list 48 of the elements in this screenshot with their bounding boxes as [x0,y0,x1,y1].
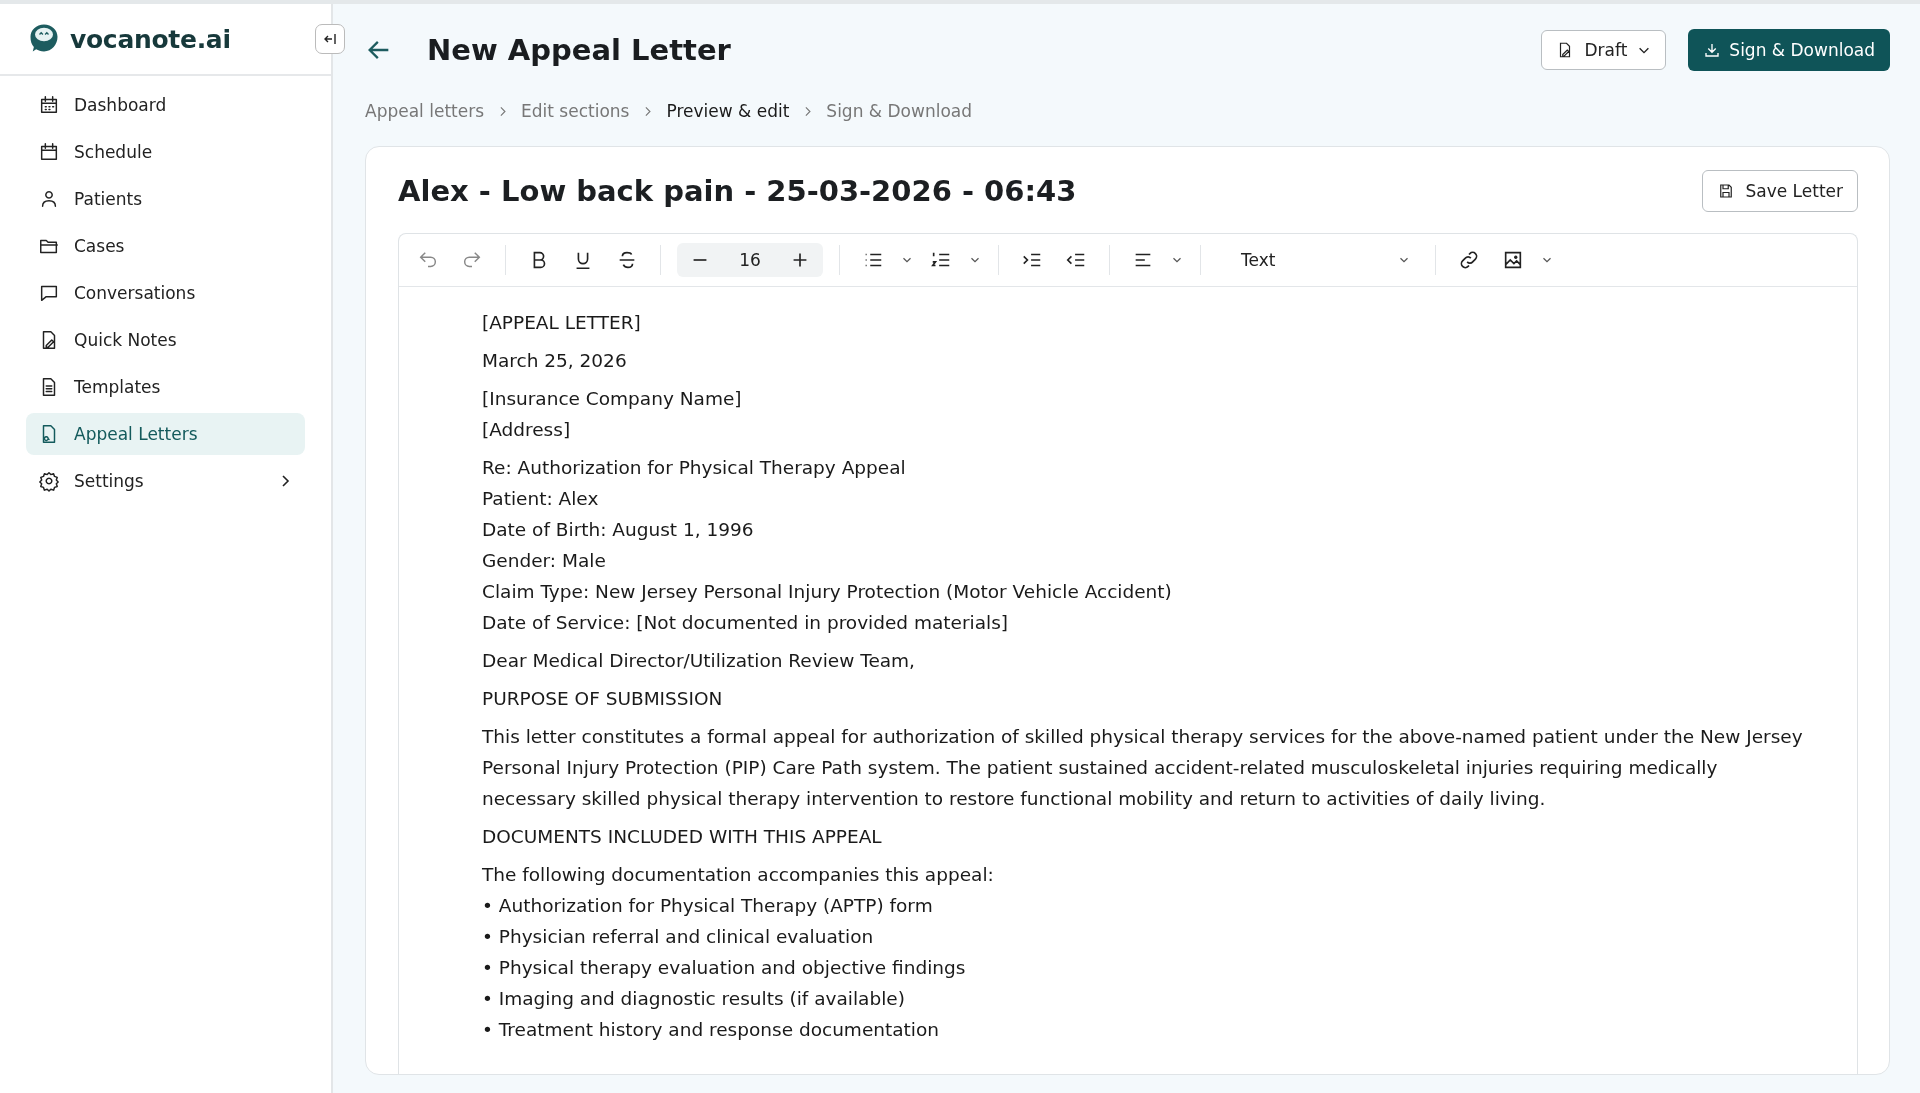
letter-text: Patient: Alex [482,487,600,511]
letter-text: This letter constitutes a formal appeal for authorization of skilled physical therapy services for the above-named patient under the New Jersey Personal Injury Protection (PIP) Care Path system. The patient sustained accident-related musculoskeletal injuries requiring medically necessary skilled physical therapy intervention to restore functional mobility and return to activities of daily living. [482,725,1804,811]
breadcrumb-link[interactable]: Preview & edit [666,101,790,121]
sidebar-item[interactable]: Schedule [26,131,305,173]
sidebar-item[interactable]: Conversations [26,272,305,314]
letter-text: [Insurance Company Name] [482,387,743,411]
letter-text: PURPOSE OF SUBMISSION [482,687,724,711]
save-letter-button[interactable]: Save Letter [1702,170,1858,212]
sidebar-item[interactable]: Cases [26,225,305,267]
calendar-icon [38,94,60,116]
letter-text: Dear Medical Director/Utilization Review Team, [482,649,916,673]
breadcrumb-link[interactable]: Sign & Download [826,101,972,121]
letter-text: • Authorization for Physical Therapy (APTP) form [482,894,934,918]
sign-download-button[interactable]: Sign & Download [1688,29,1890,71]
font-size-value: 16 [739,250,761,270]
letter-text: Gender: Male [482,549,607,573]
brand-name: vocanote.ai [70,24,231,54]
letter-text: • Imaging and diagnostic results (if available) [482,987,906,1011]
sidebar-item[interactable]: Templates [26,366,305,408]
letter-text: The following documentation accompanies this appeal: [482,863,995,887]
font-size-control[interactable]: 16 [677,243,823,277]
letter-text: Re: Authorization for Physical Therapy Appeal [482,456,907,480]
collapse-sidebar-button[interactable] [315,24,345,54]
sidebar-item[interactable]: Quick Notes [26,319,305,361]
letter-text: DOCUMENTS INCLUDED WITH THIS APPEAL [482,825,883,849]
sidebar-item[interactable]: Settings [26,460,305,502]
download-icon [1703,41,1722,59]
letter-text: Claim Type: New Jersey Personal Injury Protection (Motor Vehicle Accident) [482,580,1173,604]
settings-icon [38,470,60,492]
letter-text: [Address] [482,418,572,442]
letter-text: • Physician referral and clinical evaluation [482,925,875,949]
page-title: New Appeal Letter [427,33,731,67]
status-dropdown[interactable]: Draft [1541,30,1667,70]
breadcrumb-link[interactable]: Edit sections [521,101,630,121]
sidebar-item[interactable]: Patients [26,178,305,220]
sidebar-item[interactable]: Dashboard [26,84,305,126]
calendar-icon [38,141,60,163]
letter-text: • Treatment history and response documentation [482,1018,941,1042]
collapse-icon [322,31,338,47]
letter-title: Alex - Low back pain - 25-03-2026 - 06:43 [398,174,1077,208]
letter-text: March 25, 2026 [482,349,628,373]
breadcrumb-link[interactable]: Appeal letters [365,101,485,121]
sidebar-item[interactable]: Appeal Letters [26,413,305,455]
text-style-dropdown[interactable]: Text [1217,250,1419,270]
letter-text: • Physical therapy evaluation and objective findings [482,956,967,980]
letter-text: [APPEAL LETTER] [482,311,642,335]
letter-text: Date of Service: [Not documented in provided materials] [482,611,1010,635]
letter-text: Date of Birth: August 1, 1996 [482,518,755,542]
